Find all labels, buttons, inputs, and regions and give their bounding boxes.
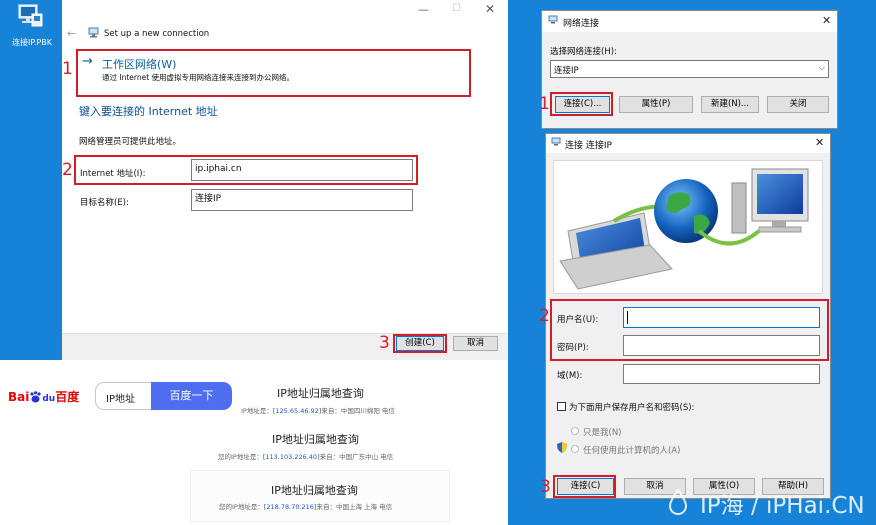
result-line: 您的IP地址是：[218.78.70.216]来自：中国上海 上海 电信 <box>219 501 392 511</box>
baidu-logo-mid: du <box>42 394 56 404</box>
dest-label: 目标名称(E): <box>80 198 129 208</box>
only-me-label: 只是我(N) <box>583 428 622 438</box>
chevron-down-icon: ⌵ <box>818 63 825 72</box>
result-prefix: IP地址是： <box>241 407 273 415</box>
network-dialog-icon <box>548 15 559 25</box>
domain-label: 域(M): <box>557 371 583 381</box>
result-line: IP地址是：[125.65.46.92]来自：中国四川绵阳 电信 <box>241 405 395 415</box>
network-new-button[interactable]: 新建(N)... <box>701 96 759 113</box>
desktop-pbk-icon[interactable] <box>14 2 46 34</box>
result-title[interactable]: IP地址归属地查询 <box>277 385 364 401</box>
destination-name-input[interactable]: 连接IP <box>191 189 413 211</box>
result-card: IP地址归属地查询 IP地址是：[125.65.46.92]来自：中国四川绵阳 … <box>222 376 426 424</box>
save-credentials-label: 为下面用户保存用户名和密码(S): <box>569 403 695 413</box>
baidu-logo-prefix: Bai <box>8 390 30 404</box>
network-dialog-title: 网络连接 <box>563 19 600 29</box>
domain-input[interactable] <box>623 364 820 384</box>
result-ip[interactable]: [218.78.70.216] <box>264 503 317 511</box>
annotation-right-3: 3 <box>540 477 551 497</box>
result-ip[interactable]: [125.65.46.92] <box>273 407 322 415</box>
network-close-button[interactable]: 关闭 <box>767 96 829 113</box>
annotation-box-create <box>393 334 447 353</box>
result-title[interactable]: IP地址归属地查询 <box>271 482 358 498</box>
annotation-box-credentials <box>550 299 829 361</box>
maximize-icon[interactable]: ☐ <box>452 3 461 14</box>
result-card: IP地址归属地查询 您的IP地址是：[113.103.226.40]来自：中国广… <box>210 420 460 462</box>
save-credentials-checkbox[interactable] <box>557 402 566 411</box>
search-input-value: IP地址 <box>106 394 135 405</box>
result-suffix: 来自：中国广东中山 电信 <box>319 453 394 461</box>
annotation-left-2: 2 <box>62 160 73 180</box>
connection-illustration <box>553 160 823 294</box>
result-prefix: 您的IP地址是： <box>219 503 264 511</box>
anyone-label: 任何使用此计算机的人(A) <box>583 446 681 456</box>
result-suffix: 来自：中国四川绵阳 电信 <box>321 407 395 415</box>
result-title[interactable]: IP地址归属地查询 <box>272 431 359 447</box>
watermark-text: IP海 / iPHai.CN <box>700 493 865 519</box>
result-ip[interactable]: [113.103.226.40] <box>263 453 320 461</box>
minimize-icon[interactable]: — <box>418 3 429 16</box>
annotation-box-connect <box>553 475 616 498</box>
annotation-left-3: 3 <box>379 333 390 353</box>
select-connection-label: 选择网络连接(H): <box>550 47 617 57</box>
connect-dialog-title: 连接 连接IP <box>565 141 612 151</box>
baidu-logo[interactable]: Bai du百度 <box>8 388 79 405</box>
result-line: 您的IP地址是：[113.103.226.40]来自：中国广东中山 电信 <box>218 451 393 461</box>
result-card: IP地址归属地查询 您的IP地址是：[218.78.70.216]来自：中国上海… <box>190 470 450 522</box>
only-me-radio[interactable] <box>571 427 579 435</box>
anyone-radio[interactable] <box>571 445 579 453</box>
wizard-cancel-button[interactable]: 取消 <box>453 336 498 351</box>
annotation-right-2: 2 <box>539 306 550 326</box>
back-arrow-icon[interactable]: ← <box>67 27 76 40</box>
desktop-icon-label: 连接IP.PBK <box>11 38 53 47</box>
annotation-box-network-connect <box>550 92 613 116</box>
connect-dialog-close-icon[interactable]: ✕ <box>815 136 824 149</box>
result-prefix: 您的IP地址是： <box>218 453 263 461</box>
network-dialog-close-icon[interactable]: ✕ <box>822 14 831 27</box>
laptop-globe-computer-icon <box>559 168 809 290</box>
wizard-note: 网络管理员可提供此地址。 <box>79 137 182 147</box>
watermark-drop-icon <box>668 488 688 515</box>
wizard-heading: 键入要连接的 Internet 地址 <box>79 105 218 118</box>
connect-dialog-icon <box>551 137 562 147</box>
baidu-logo-suffix: 百度 <box>55 390 80 404</box>
baidu-paw-icon <box>29 391 42 403</box>
annotation-left-1: 1 <box>62 59 73 79</box>
connection-select-value: 连接IP <box>554 66 579 76</box>
close-icon[interactable]: ✕ <box>485 2 495 16</box>
desktop-left <box>0 0 62 360</box>
uac-shield-icon <box>557 442 567 453</box>
wizard-title: Set up a new connection <box>104 29 210 39</box>
baidu-search-button[interactable]: 百度一下 <box>151 382 232 410</box>
annotation-right-1: 1 <box>539 94 550 114</box>
network-properties-button[interactable]: 属性(P) <box>619 96 693 113</box>
annotation-box-address <box>74 155 418 185</box>
annotation-box-option <box>76 49 471 97</box>
result-suffix: 来自：中国上海 上海 电信 <box>316 503 393 511</box>
baidu-search-input[interactable]: IP地址 <box>95 382 151 410</box>
connection-select[interactable]: 连接IP ⌵ <box>550 60 829 78</box>
wizard-network-icon <box>88 27 100 38</box>
